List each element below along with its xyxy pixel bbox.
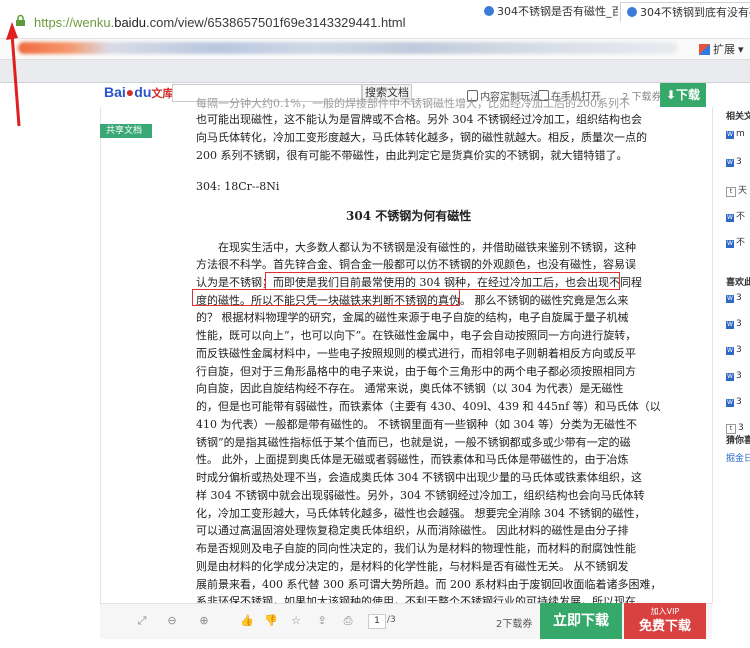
popular-doc-item[interactable]: W3 (726, 319, 742, 329)
word-doc-icon: W (726, 399, 734, 407)
doc-heading: 304 不锈钢为何有磁性 (346, 209, 472, 223)
vip-join-label: 加入VIP (650, 607, 680, 616)
related-doc-item[interactable]: W不 (726, 209, 745, 222)
download-icon: ⬇ (665, 88, 677, 102)
word-doc-icon: W (726, 131, 734, 139)
download-ticket-label: 2下载券 (496, 619, 533, 630)
paw-icon: ● (125, 84, 135, 100)
popular-heading: 喜欢此 (726, 278, 750, 288)
word-doc-icon: W (726, 373, 734, 381)
lock-icon (16, 14, 25, 26)
vip-free-label: 免费下载 (638, 619, 691, 634)
doc-line: 向自旋，因此自旋结构经不存在。 通常来说，奥氏体不锈钢（以 304 为代表）是无… (196, 382, 624, 395)
doc-line: 性能，既可以向上”，也可以向下”。在铁磁性金属中，电子会自动按照同一方向进行旋转… (196, 329, 637, 342)
extension-label: 扩展 (713, 43, 735, 56)
text-doc-icon: t (726, 187, 736, 197)
related-doc-item[interactable]: t天 (726, 183, 747, 197)
guess-heading: 猜你喜 (726, 436, 750, 446)
word-doc-icon: W (726, 295, 734, 303)
doc-line: 性。 此外，上面提到奥氏体是无磁或者弱磁性，而铁素体和马氏体是带磁性的，由于冶炼 (196, 453, 629, 466)
url-domain: baidu (114, 15, 147, 30)
thumbs-up-icon[interactable]: 👍 (240, 615, 254, 627)
url-suffix: .com/view/6538657501f69e3143329441.html (146, 15, 406, 30)
doc-line: 410 为代表）一般都是带有磁性的。 不锈钢里面有一些钢种（如 304 等）分类… (196, 418, 637, 431)
word-doc-icon: W (726, 321, 734, 329)
share-icon[interactable]: ⇪ (316, 615, 328, 627)
doc-line: 则是由材料的化学成分决定的，是材料的化学性能，与材料是否有磁性无关。 从不锈钢发 (196, 560, 629, 573)
zoom-in-icon[interactable]: ⊕ (198, 615, 210, 627)
doc-line: 的？ 根据材料物理学的研究，金属的磁性来源于电子自旋的结构，电子自旋属于量子机械 (196, 311, 629, 324)
print-icon[interactable]: ⎙ (342, 615, 354, 627)
word-doc-icon: W (726, 240, 734, 248)
vip-free-download-button[interactable]: 加入VIP 免费下载 (624, 603, 706, 639)
popular-doc-item[interactable]: W3 (726, 293, 742, 303)
related-doc-item[interactable]: W3 (726, 157, 742, 167)
doc-line: 样 304 不锈钢中就会出现弱磁性。另外，304 不锈钢经过冷加工，组织结构也会… (196, 489, 645, 502)
url-prefix: https://wenku. (34, 15, 115, 30)
download-now-button[interactable]: 立即下载 (540, 603, 622, 639)
tab-label: 304不锈钢到底有没有磁性 - 百 (640, 6, 750, 19)
right-sidebar: 相关文 Wm W3 t天 W不 W不 喜欢此 W3 W3 W3 W3 W3 t3… (722, 107, 750, 603)
doc-line: 200 系列不锈钢，很有可能不带磁性，由此判定它是货真价实的不锈钢，就大错特错了… (196, 149, 628, 162)
zoom-out-icon[interactable]: ⊖ (166, 615, 178, 627)
doc-line: 也可能出现磁性，这不能认为是冒牌或不合格。另外 304 不锈钢经过冷加工，组织结… (196, 113, 642, 126)
page-number-input[interactable]: 1 (368, 614, 386, 629)
baidu-wenku-logo[interactable]: Bai●du文库 (104, 84, 173, 101)
shared-doc-badge: 共享文档 (100, 124, 152, 138)
word-doc-icon: W (726, 347, 734, 355)
doc-line: 可以通过高温固溶处理恢复稳定奥氏体组织，从而消除磁性。 因此材料的磁性是由分子排 (196, 524, 629, 537)
fullscreen-icon[interactable]: ⤢ (136, 615, 148, 627)
popular-doc-item[interactable]: W3 (726, 371, 742, 381)
related-doc-item[interactable]: Wm (726, 129, 745, 139)
thumbs-down-icon[interactable]: 👎 (264, 615, 278, 627)
highlight-box (192, 289, 460, 306)
related-docs-heading: 相关文 (726, 112, 750, 122)
doc-line: 方法很不科学。首先锌合金、铜合金一般都可以仿不锈钢的外观颜色，也没有磁性，容易误 (196, 258, 636, 271)
doc-line: 的，但是也可能带有弱磁性，而铁素体（主要有 430、409l、439 和 445… (196, 400, 661, 413)
paw-icon (627, 7, 637, 17)
extension-icon (699, 43, 710, 55)
highlight-box (265, 272, 620, 290)
doc-line: 展前景来看，400 系代替 300 系可谓大势所趋。而 200 系材料由于废钢回… (196, 578, 662, 591)
doc-line: 锈钢”的是指其磁性指标低于某个值而已，也就是说，一般不锈钢都或多或少带有一定的磁 (196, 436, 631, 449)
download-button[interactable]: ⬇下载 (660, 83, 706, 107)
doc-line: 时成分偏析或热处理不当，会造成奥氏体 304 不锈钢中出现少量的马氏体或铁素体组… (196, 471, 642, 484)
guess-item[interactable]: 掘金日 (726, 451, 750, 464)
doc-border-right (712, 107, 713, 603)
popular-doc-item[interactable]: W3 (726, 397, 742, 407)
tab-baidu-search[interactable]: 304不锈钢是否有磁性_百度搜索× (478, 2, 618, 21)
doc-line: 向马氏体转化，冷加工变形度越大，马氏体转化越多，钢的磁性就越大。相反，质量次一点… (196, 131, 647, 144)
popular-doc-item[interactable]: W3 (726, 345, 742, 355)
doc-line: 化，冷加工变形越大，马氏体转化越多，磁性也会越强。 想要完全消除 304 不锈钢… (196, 507, 646, 520)
blurred-bookmarks (18, 42, 678, 54)
url-text[interactable]: https://wenku.baidu.com/view/6538657501f… (34, 15, 406, 30)
doc-border-left (100, 107, 101, 603)
doc-line: 每隔一分钟大约0.1%，一般的焊接部件中不锈钢磁性增大，比如经冷加工后的200系… (196, 97, 630, 110)
tab-wenku[interactable]: 304不锈钢到底有没有磁性 - 百 (620, 2, 750, 22)
doc-line: 布是否规则及电子自旋的同向性决定的，我们认为是材料的物理性能，而材料的耐腐蚀性能 (196, 542, 636, 555)
extensions-menu[interactable]: 扩展 ▾ (699, 41, 744, 57)
doc-line: 而反铁磁性金属材料中，一些电子按照规则的模式进行，而相邻电子则朝着相反方向或反平 (196, 347, 636, 360)
word-doc-icon: W (726, 214, 734, 222)
doc-line: 在现实生活中，大多数人都认为不锈钢是没有磁性的，并借助磁铁来鉴别不锈钢，这种 (218, 241, 636, 254)
paw-icon (484, 6, 494, 16)
page-total: /3 (387, 615, 396, 625)
star-icon[interactable]: ☆ (290, 615, 302, 627)
related-doc-item[interactable]: W不 (726, 235, 745, 248)
page-footer (0, 639, 750, 648)
chevron-down-icon: ▾ (738, 42, 744, 56)
word-doc-icon: W (726, 159, 734, 167)
doc-line: 行自旋，但对于三角形晶格中的电子来说，由于每个三角形中的两个电子都必须按照相同方 (196, 365, 636, 378)
tab-strip (0, 60, 750, 83)
doc-line: 304: 18Cr--8Ni (196, 180, 280, 193)
tab-label: 304不锈钢是否有磁性_百度搜索 (497, 5, 618, 18)
